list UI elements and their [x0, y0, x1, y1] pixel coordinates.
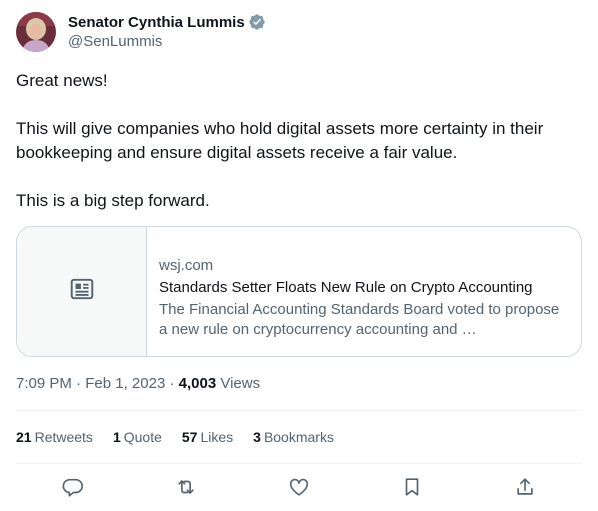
- divider: [16, 463, 582, 464]
- tweet-line: This will give companies who hold digita…: [16, 119, 544, 162]
- retweets-stat[interactable]: 21 Retweets: [16, 427, 93, 447]
- engagement-stats: 21 Retweets 1 Quote 57 Likes 3 Bookmarks: [16, 427, 354, 447]
- card-text: wsj.com Standards Setter Floats New Rule…: [147, 227, 581, 356]
- tweet-time[interactable]: 7:09 PM: [16, 375, 72, 392]
- card-thumbnail: [17, 227, 147, 356]
- quotes-stat[interactable]: 1 Quote: [113, 427, 162, 447]
- bookmarks-stat[interactable]: 3 Bookmarks: [253, 427, 334, 447]
- tweet-meta: 7:09 PM · Feb 1, 2023 · 4,003 Views: [16, 374, 260, 394]
- retweet-icon[interactable]: [169, 475, 203, 499]
- action-bar: [16, 475, 582, 499]
- views-count: 4,003: [178, 375, 217, 392]
- handle[interactable]: @SenLummis: [68, 32, 266, 52]
- link-card[interactable]: wsj.com Standards Setter Floats New Rule…: [16, 226, 582, 357]
- meta-separator: ·: [76, 375, 82, 392]
- article-icon: [69, 276, 95, 307]
- card-domain: wsj.com: [159, 256, 214, 274]
- like-icon[interactable]: [282, 475, 316, 499]
- card-description: The Financial Accounting Standards Board…: [159, 300, 560, 338]
- divider: [16, 410, 582, 411]
- verified-badge-icon[interactable]: [248, 13, 266, 31]
- likes-stat[interactable]: 57 Likes: [182, 427, 233, 447]
- meta-separator: ·: [169, 375, 175, 392]
- tweet-text: Great news! This will give companies who…: [16, 69, 582, 213]
- share-icon[interactable]: [508, 475, 542, 499]
- tweet-date[interactable]: Feb 1, 2023: [85, 375, 165, 392]
- card-title: Standards Setter Floats New Rule on Cryp…: [159, 278, 533, 296]
- display-name[interactable]: Senator Cynthia Lummis: [68, 14, 245, 31]
- tweet-line: Great news!: [16, 71, 108, 90]
- avatar[interactable]: [16, 12, 56, 52]
- reply-icon[interactable]: [56, 475, 90, 499]
- author-names: Senator Cynthia Lummis @SenLummis: [68, 12, 266, 52]
- bookmark-icon[interactable]: [395, 475, 429, 499]
- tweet-header: Senator Cynthia Lummis @SenLummis: [16, 12, 266, 52]
- tweet-line: This is a big step forward.: [16, 191, 210, 210]
- views-label: Views: [220, 375, 261, 392]
